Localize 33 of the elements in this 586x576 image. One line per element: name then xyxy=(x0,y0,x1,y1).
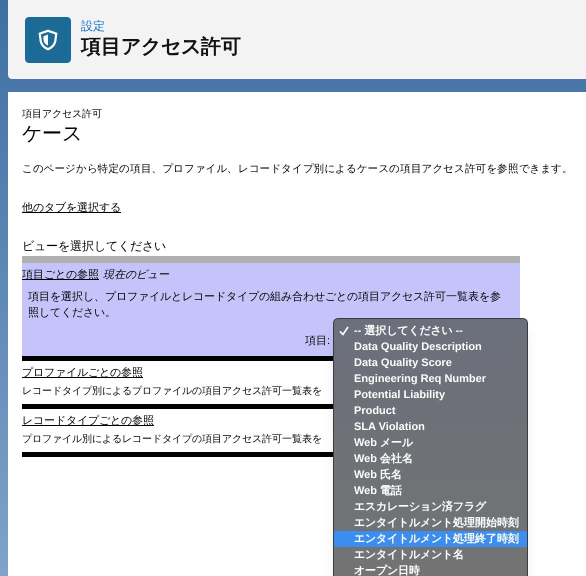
checkmark-icon xyxy=(339,326,349,336)
dropdown-option[interactable]: Potential Liability xyxy=(334,387,527,403)
dropdown-option[interactable]: SLA Violation xyxy=(334,419,527,435)
dropdown-option[interactable]: Data Quality Score xyxy=(334,355,527,371)
dropdown-option[interactable]: Web 氏名 xyxy=(334,467,527,483)
dropdown-option[interactable]: Web メール xyxy=(334,435,527,451)
current-view-label: 現在のビュー xyxy=(103,268,169,283)
view-link[interactable]: レコードタイプごとの参照 xyxy=(22,413,154,429)
shield-icon xyxy=(25,16,71,62)
dropdown-option[interactable]: エンタイトルメント処理開始時刻 xyxy=(334,515,527,531)
page-description: このページから特定の項目、プロファイル、レコードタイプ別によるケースの項目アクセス許可を参照できます。 xyxy=(22,162,573,177)
view-link[interactable]: プロファイルごとの参照 xyxy=(22,365,143,381)
dropdown-option[interactable]: Web 会社名 xyxy=(334,451,527,467)
view-description: レコードタイプ別によるプロファイルの項目アクセス許可一覧表を xyxy=(22,384,322,399)
dropdown-option[interactable]: Product xyxy=(334,403,527,419)
page-header-title: 項目アクセス許可 xyxy=(81,35,241,60)
view-description: プロファイル別によるレコードタイプの項目アクセス許可一覧表を xyxy=(22,432,322,447)
view-description: 項目を選択し、プロファイルとレコードタイプの組み合わせごとの項目アクセス許可一覧表を参照してください。 xyxy=(27,290,502,321)
view-link[interactable]: 項目ごとの参照 xyxy=(22,267,99,283)
dropdown-option[interactable]: Engineering Req Number xyxy=(334,371,527,387)
breadcrumb[interactable]: 設定 xyxy=(81,19,241,34)
view-prompt: ビューを選択してください xyxy=(22,239,167,254)
subtitle: 項目アクセス許可 xyxy=(22,108,103,121)
dropdown-option[interactable]: Data Quality Description xyxy=(334,339,527,355)
dropdown-option[interactable]: エンタイトルメント名 xyxy=(334,547,527,563)
dropdown-option[interactable]: -- 選択してください -- xyxy=(334,323,527,339)
other-tab-link[interactable]: 他のタブを選択する xyxy=(22,202,121,214)
field-label: 項目: xyxy=(305,334,330,349)
dropdown-option[interactable]: Web 電話 xyxy=(334,483,527,499)
dropdown-option[interactable]: オープン日時 xyxy=(334,563,527,576)
page-title: ケース xyxy=(22,122,83,147)
dropdown-option[interactable]: エンタイトルメント処理終了時刻 xyxy=(334,531,527,547)
dropdown-option[interactable]: エスカレーション済フラグ xyxy=(334,499,527,515)
